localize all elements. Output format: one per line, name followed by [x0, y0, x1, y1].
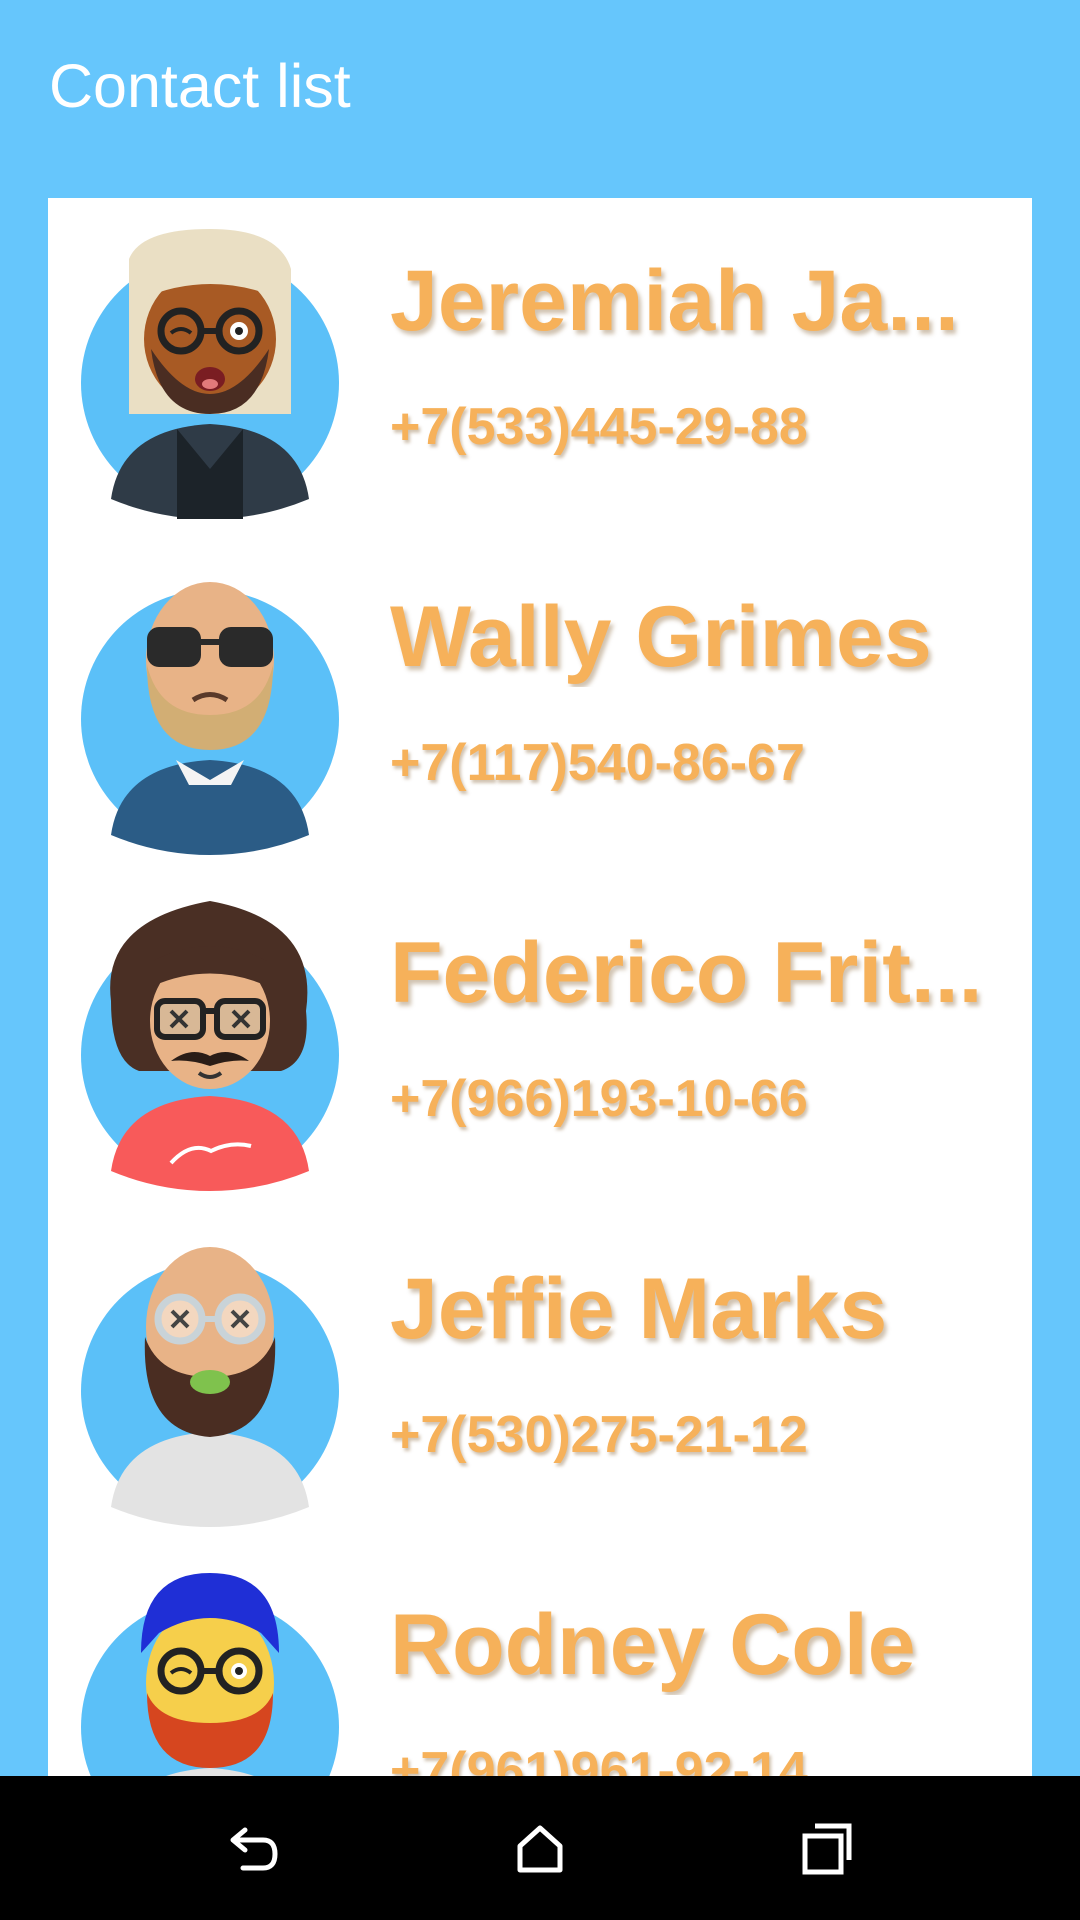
- contact-name: Jeffie Marks: [390, 1261, 888, 1357]
- avatar-blue-hair-icon: [81, 1573, 339, 1776]
- list-item[interactable]: Jeremiah Ja... +7(533)445-29-88: [48, 198, 1032, 534]
- avatar-bald-sunglasses-icon: [81, 565, 339, 855]
- page-title: Contact list: [49, 52, 351, 120]
- contact-phone: +7(530)275-21-12: [390, 1406, 808, 1464]
- list-item[interactable]: Wally Grimes +7(117)540-86-67: [48, 534, 1032, 870]
- contact-name: Jeremiah Ja...: [390, 253, 959, 349]
- contact-phone: +7(966)193-10-66: [390, 1070, 808, 1128]
- list-item[interactable]: Rodney Cole +7(961)961-92-14: [48, 1542, 1032, 1776]
- contact-list[interactable]: Jeremiah Ja... +7(533)445-29-88 Wally Gr…: [48, 198, 1032, 1776]
- contact-name: Federico Frit...: [390, 925, 983, 1021]
- list-item[interactable]: Jeffie Marks +7(530)275-21-12: [48, 1206, 1032, 1542]
- contact-phone: +7(961)961-92-14: [390, 1742, 808, 1776]
- avatar-bald-beard-icon: [81, 1237, 339, 1527]
- contact-list-screen: Contact list Jeremiah Ja... +7(533)445-2…: [0, 0, 1080, 1920]
- contact-name: Wally Grimes: [390, 589, 932, 685]
- avatar-curly-hair-icon: [81, 901, 339, 1191]
- navigation-bar: [0, 1776, 1080, 1920]
- contact-phone: +7(117)540-86-67: [390, 734, 805, 792]
- back-icon[interactable]: [203, 1798, 303, 1898]
- contact-name: Rodney Cole: [390, 1597, 916, 1693]
- home-icon[interactable]: [490, 1798, 590, 1898]
- contact-phone: +7(533)445-29-88: [390, 398, 808, 456]
- list-item[interactable]: Federico Frit... +7(966)193-10-66: [48, 870, 1032, 1206]
- recents-icon[interactable]: [777, 1798, 877, 1898]
- avatar-blonde-wink-icon: [81, 229, 339, 519]
